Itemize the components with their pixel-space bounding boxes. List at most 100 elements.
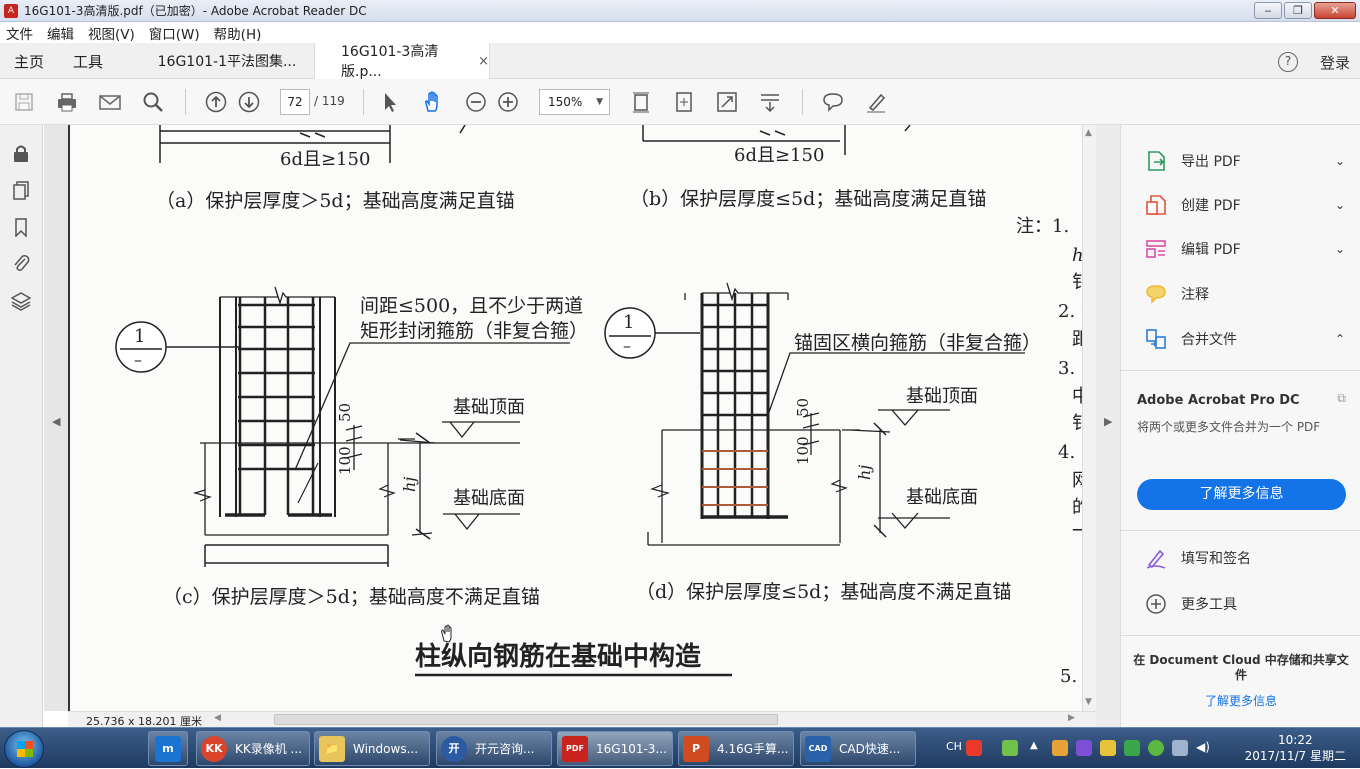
edit-pdf-item[interactable]: 编辑 PDF ⌄ [1145,237,1345,261]
chevron-up-icon: ⌃ [1334,332,1345,346]
comment-icon[interactable] [821,90,845,114]
right-panel-toggle[interactable]: ▶ [1096,125,1120,727]
menu-help[interactable]: 帮助(H) [214,23,262,43]
comment-bubble-icon [1145,283,1167,305]
tools-pane: 导出 PDF ⌄ 创建 PDF ⌄ 编辑 PDF ⌄ 注释 合并文件 ⌃ Ado… [1120,125,1360,727]
scroll-down-icon[interactable]: ▼ [1085,697,1092,707]
fit-width-icon[interactable] [672,90,696,114]
document-cloud-link[interactable]: 了解更多信息 [1121,692,1360,709]
scroll-right-icon[interactable]: ▶ [1068,713,1075,723]
drawing-page: 6d且≥150 6d且≥150 （a）保护层厚度＞5d；基础高度满足直锚 （b）… [115,125,1082,687]
taskbar-item-explorer[interactable]: 📁 Windows... [314,731,430,766]
taskbar-item-acrobat[interactable]: PDF 16G101-3... [557,731,673,766]
comment-item[interactable]: 注释 [1145,282,1345,306]
next-page-icon[interactable] [237,90,261,114]
print-icon[interactable] [55,90,79,114]
email-icon[interactable] [98,90,122,114]
menu-bar: 文件 编辑 视图(V) 窗口(W) 帮助(H) [0,22,1360,43]
tab-doc-16g101-3[interactable]: 16G101-3高清版.p... × [314,43,490,80]
taskbar-item-kaiyuan[interactable]: 开开元咨询... [436,731,552,766]
horizontal-scroll-thumb[interactable] [274,714,778,725]
scroll-mode-icon[interactable] [758,90,782,114]
zoom-dropdown-icon: ▼ [596,97,603,107]
taskbar-item-kk[interactable]: KK KK录像机 ... [196,731,310,766]
powerpoint-icon: P [683,735,709,762]
tab-close-icon[interactable]: × [478,54,489,69]
help-icon[interactable]: ? [1278,52,1298,72]
taskbar-pinned-app[interactable]: m [148,731,188,766]
zoom-select[interactable]: 150% ▼ [539,89,610,115]
full-screen-icon[interactable] [715,90,739,114]
qq-icon[interactable] [1100,740,1116,756]
scroll-left-icon[interactable]: ◀ [214,713,221,723]
fit-page-icon[interactable] [629,90,653,114]
tray-app-icon[interactable] [1052,740,1068,756]
start-button[interactable] [4,730,44,768]
vertical-scrollbar[interactable]: ▲ ▼ [1082,125,1096,711]
page-number-input[interactable]: 72 [280,89,310,115]
label-c-top: 基础顶面 [453,397,525,418]
lock-icon[interactable] [11,143,31,163]
learn-more-button[interactable]: 了解更多信息 [1137,479,1346,510]
minimize-button[interactable]: ‒ [1254,2,1282,19]
combine-files-item[interactable]: 合并文件 ⌃ [1145,327,1345,351]
chevron-down-icon: ⌄ [1334,154,1345,168]
highlight-pen-icon[interactable] [864,90,888,114]
network-icon[interactable] [1172,740,1188,756]
fill-sign-item[interactable]: 填写和签名 [1145,546,1345,570]
previous-page-icon[interactable] [204,90,228,114]
menu-file[interactable]: 文件 [6,23,33,43]
zoom-in-icon[interactable] [496,90,520,114]
plus-icon[interactable] [1148,740,1164,756]
tab-home[interactable]: 主页 [14,43,44,79]
pdf-document-view[interactable]: 6d且≥150 6d且≥150 （a）保护层厚度＞5d；基础高度满足直锚 （b）… [68,125,1082,711]
page-thumbnails-icon[interactable] [11,180,31,200]
tab-doc-16g101-1[interactable]: 16G101-1平法图集... [140,43,314,79]
section-mark-d: 1 [623,312,634,333]
menu-window[interactable]: 窗口(W) [149,23,200,43]
export-pdf-item[interactable]: 导出 PDF ⌄ [1145,149,1345,173]
select-arrow-icon[interactable] [378,90,402,114]
layers-icon[interactable] [10,291,32,311]
tab-tools[interactable]: 工具 [73,43,103,79]
scroll-up-icon[interactable]: ▲ [1085,128,1092,138]
tray-app-icon[interactable] [1076,740,1092,756]
note-fragment: 5. [1060,666,1077,687]
left-panel-toggle[interactable]: ◀ [44,125,68,711]
taskbar-item-powerpoint[interactable]: P 4.16G手算... [678,731,794,766]
taskbar-label: CAD快速... [839,742,901,756]
language-indicator[interactable]: CH [946,740,962,753]
combine-files-icon [1145,328,1167,350]
export-pdf-icon [1145,150,1167,172]
dim-c-50: 50 [336,403,354,422]
comment-label: 注释 [1181,287,1209,303]
menu-view[interactable]: 视图(V) [88,23,135,43]
sogou-icon[interactable] [966,740,982,756]
volume-icon[interactable]: ◀) [1196,740,1212,756]
security-shield-icon[interactable] [1124,740,1140,756]
menu-edit[interactable]: 编辑 [47,23,74,43]
maximize-button[interactable]: ❐ [1284,2,1312,19]
save-icon[interactable] [12,90,36,114]
hand-cursor-icon [441,624,452,643]
create-pdf-item[interactable]: 创建 PDF ⌄ [1145,193,1345,217]
dim-d-hj: hj [855,465,874,480]
zoom-out-icon[interactable] [464,90,488,114]
bookmarks-icon[interactable] [11,217,31,238]
taskbar-item-cad[interactable]: CAD CAD快速... [800,731,916,766]
show-hidden-icon[interactable]: ▲ [1030,740,1046,756]
zoom-value: 150% [548,95,583,109]
copy-icon[interactable]: ⧉ [1337,391,1346,406]
login-link[interactable]: 登录 [1320,52,1350,73]
more-tools-label: 更多工具 [1181,597,1237,613]
system-tray: CH ▲ ◀) 10:22 2017/11/7 星期二 [944,728,1360,769]
taskbar-label: 4.16G手算... [717,742,789,756]
attachments-icon[interactable] [11,253,31,273]
search-icon[interactable] [141,90,165,114]
close-window-button[interactable]: ✕ [1314,2,1356,19]
more-tools-item[interactable]: 更多工具 [1145,592,1345,616]
battery-icon[interactable] [1002,740,1018,756]
hand-tool-icon[interactable] [421,90,445,114]
clock[interactable]: 10:22 2017/11/7 星期二 [1245,732,1346,764]
caption-a: （a）保护层厚度＞5d；基础高度满足直锚 [156,190,515,212]
